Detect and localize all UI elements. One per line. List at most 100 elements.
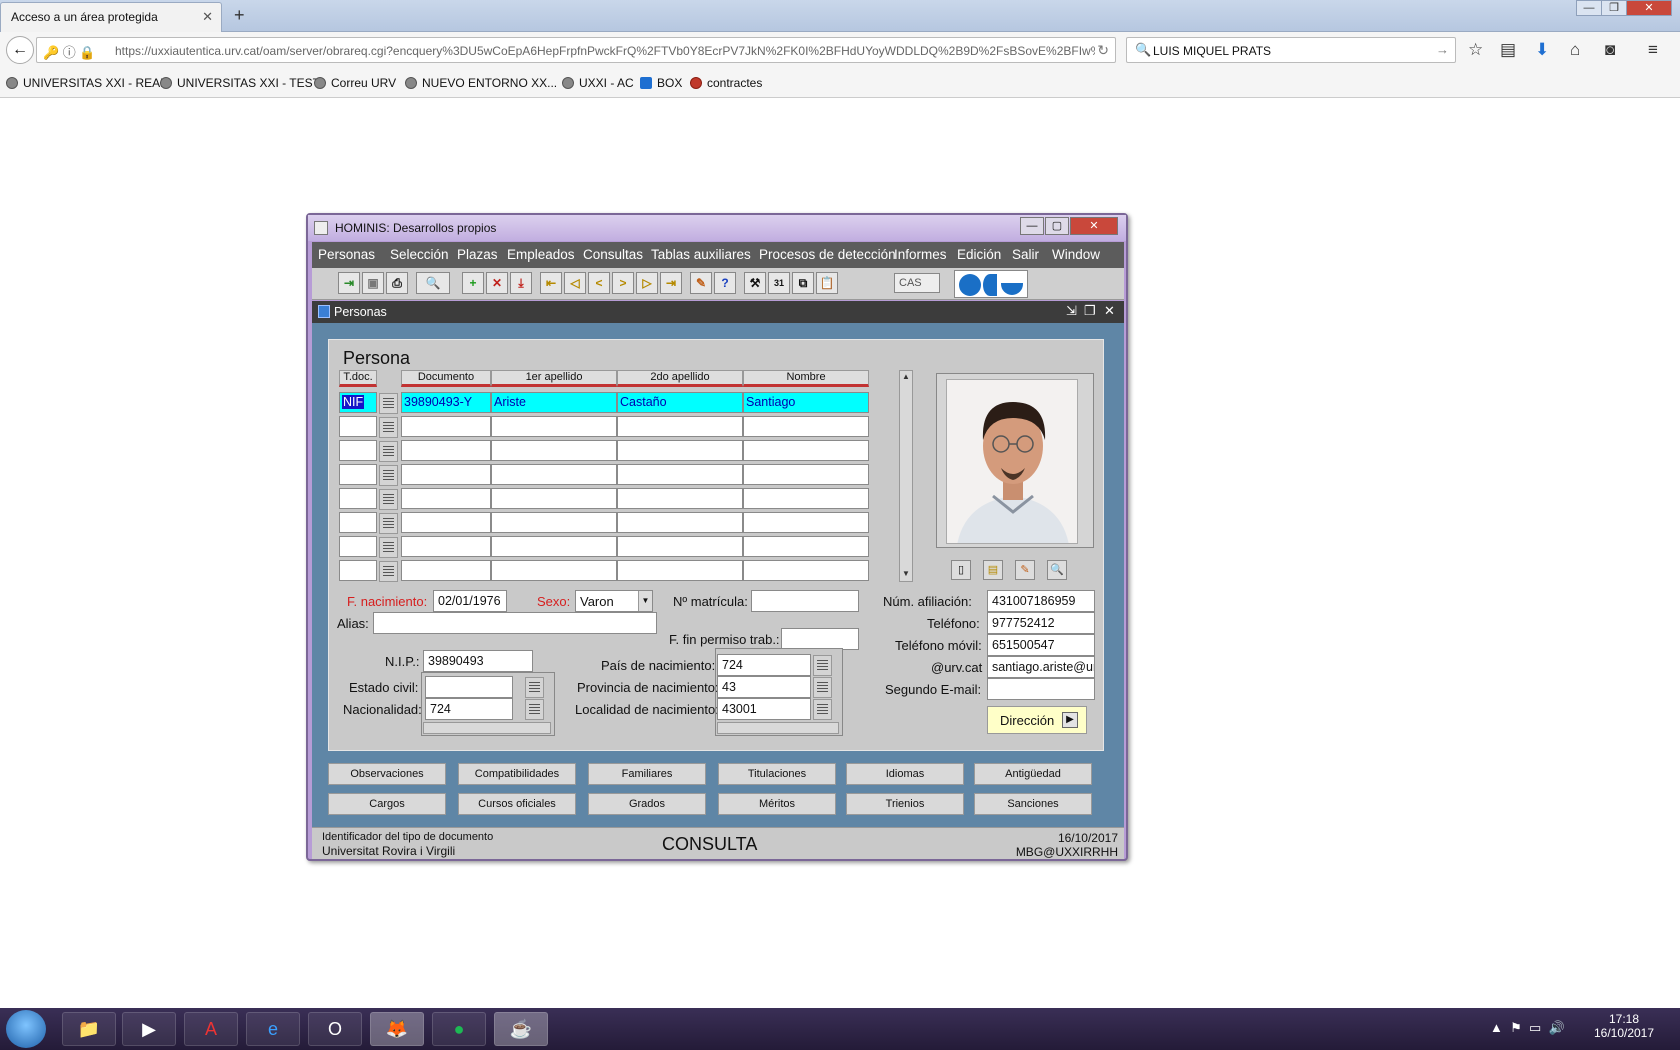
cell-tdoc[interactable] [339,488,377,509]
list-of-values-icon[interactable] [379,489,398,510]
menu-window[interactable]: Window [1052,247,1100,262]
list-of-values-icon[interactable] [379,465,398,486]
cell-apellido1[interactable] [491,536,617,557]
bookmark-correu-urv[interactable]: Correu URV [314,76,396,90]
cell-apellido2[interactable] [617,416,743,437]
app-close-icon[interactable]: ✕ [1070,217,1118,235]
scroll-down-icon[interactable]: ▼ [901,569,911,578]
cell-nombre[interactable] [743,488,869,509]
bookmark-nuevo-entorno[interactable]: NUEVO ENTORNO XX... [405,76,557,90]
list-of-values-icon[interactable] [813,655,832,676]
cell-apellido1[interactable] [491,560,617,581]
cell-apellido2[interactable] [617,536,743,557]
search-input[interactable]: LUIS MIQUEL PRATS [1153,44,1271,58]
cell-documento[interactable] [401,536,491,557]
bookmark-contractes[interactable]: contractes [690,76,762,90]
edit-icon[interactable]: ✎ [690,272,712,294]
list-of-values-icon[interactable] [379,441,398,462]
copy-icon[interactable]: ⧉ [792,272,814,294]
cell-nombre[interactable] [743,416,869,437]
horizontal-scrollbar[interactable] [423,722,551,734]
personas-window-titlebar[interactable]: Personas ⇲ ❐ ✕ [312,301,1124,323]
reading-list-icon[interactable]: ▤ [1500,40,1516,60]
internet-explorer-icon[interactable]: e [246,1012,300,1046]
next-record-icon[interactable]: > [612,272,634,294]
titulaciones-button[interactable]: Titulaciones [718,763,836,785]
email2-field[interactable] [987,678,1095,700]
list-of-values-icon[interactable] [525,699,544,720]
bookmark-star-icon[interactable]: ☆ [1468,40,1483,60]
java-icon[interactable]: ☕ [494,1012,548,1046]
menu-consultas[interactable]: Consultas [583,247,643,262]
cell-tdoc[interactable]: NIF [339,392,377,413]
inner-close-icon[interactable]: ✕ [1104,303,1115,319]
list-of-values-icon[interactable] [379,393,398,414]
browser-close-icon[interactable]: ✕ [1626,0,1672,16]
reload-icon[interactable]: ↻ [1097,42,1109,59]
delete-record-icon[interactable]: ✕ [486,272,508,294]
cell-apellido2[interactable] [617,488,743,509]
chevron-down-icon[interactable]: ▼ [638,591,652,611]
url-text[interactable]: https://uxxiautentica.urv.cat/oam/server… [115,44,1095,58]
direccion-button[interactable]: Dirección ▶ [987,706,1087,734]
tab-close-icon[interactable]: ✕ [202,9,213,25]
cell-nombre[interactable] [743,464,869,485]
cell-tdoc[interactable] [339,512,377,533]
next-block-icon[interactable]: ▷ [636,272,658,294]
bookmark-uxxi-ac[interactable]: UXXI - AC [562,76,634,90]
cell-apellido2[interactable] [617,560,743,581]
url-bar[interactable]: 🔑 ⓘ 🔒 https://uxxiautentica.urv.cat/oam/… [36,37,1116,63]
list-of-values-icon[interactable] [379,561,398,582]
cell-apellido2[interactable]: Castaño [617,392,743,413]
browser-tab-active[interactable]: Acceso a un área protegida ✕ [0,2,222,32]
menu-informes[interactable]: Informes [894,247,947,262]
scroll-up-icon[interactable]: ▲ [901,372,911,381]
calendar-icon[interactable]: 31 [768,272,790,294]
cell-apellido1[interactable] [491,464,617,485]
photo-edit-icon[interactable]: ✎ [1015,560,1035,580]
home-icon[interactable]: ⌂ [1570,40,1580,60]
cell-nombre[interactable] [743,512,869,533]
compatibilidades-button[interactable]: Compatibilidades [458,763,576,785]
sanciones-button[interactable]: Sanciones [974,793,1092,815]
acrobat-icon[interactable]: A [184,1012,238,1046]
bookmark-box[interactable]: BOX [640,76,682,90]
cargos-button[interactable]: Cargos [328,793,446,815]
first-record-icon[interactable]: ⇤ [540,272,562,294]
cell-nombre[interactable] [743,536,869,557]
cell-documento[interactable] [401,512,491,533]
cell-documento[interactable] [401,560,491,581]
pocket-icon[interactable]: ◙ [1605,40,1615,60]
nip-field[interactable]: 39890493 [423,650,533,672]
cell-apellido2[interactable] [617,440,743,461]
app-titlebar[interactable]: HOMINIS: Desarrollos propios — ▢ ✕ [308,215,1126,241]
inner-minimize-icon[interactable]: ⇲ [1066,303,1077,319]
list-of-values-icon[interactable] [379,513,398,534]
help-icon[interactable]: ? [714,272,736,294]
browser-minimize-icon[interactable]: — [1576,0,1602,16]
download-icon[interactable]: ⬇ [1535,40,1549,60]
grados-button[interactable]: Grados [588,793,706,815]
permiso-field[interactable] [781,628,859,650]
new-tab-icon[interactable]: + [234,5,245,26]
app-maximize-icon[interactable]: ▢ [1045,217,1069,235]
cell-apellido1[interactable] [491,488,617,509]
meritos-button[interactable]: Méritos [718,793,836,815]
list-of-values-icon[interactable] [379,417,398,438]
cell-nombre[interactable] [743,440,869,461]
clipboard-icon[interactable]: 📋 [816,272,838,294]
previous-record-icon[interactable]: < [588,272,610,294]
telefono-field[interactable]: 977752412 [987,612,1095,634]
clear-record-icon[interactable]: ⤓ [510,272,532,294]
last-record-icon[interactable]: ⇥ [660,272,682,294]
matricula-field[interactable] [751,590,859,612]
bookmark-uxxi-test[interactable]: UNIVERSITAS XXI - TEST [160,76,320,90]
language-select[interactable]: CAS [894,273,940,293]
cell-apellido1[interactable] [491,440,617,461]
search-bar[interactable]: 🔍 LUIS MIQUEL PRATS → [1126,37,1456,63]
grid-vertical-scrollbar[interactable]: ▲ ▼ [899,370,913,582]
menu-procesos-deteccion[interactable]: Procesos de detección [759,247,896,262]
taskbar-clock[interactable]: 17:18 16/10/2017 [1588,1012,1660,1040]
bookmark-uxxi-real[interactable]: UNIVERSITAS XXI - REAL [6,76,167,90]
observaciones-button[interactable]: Observaciones [328,763,446,785]
